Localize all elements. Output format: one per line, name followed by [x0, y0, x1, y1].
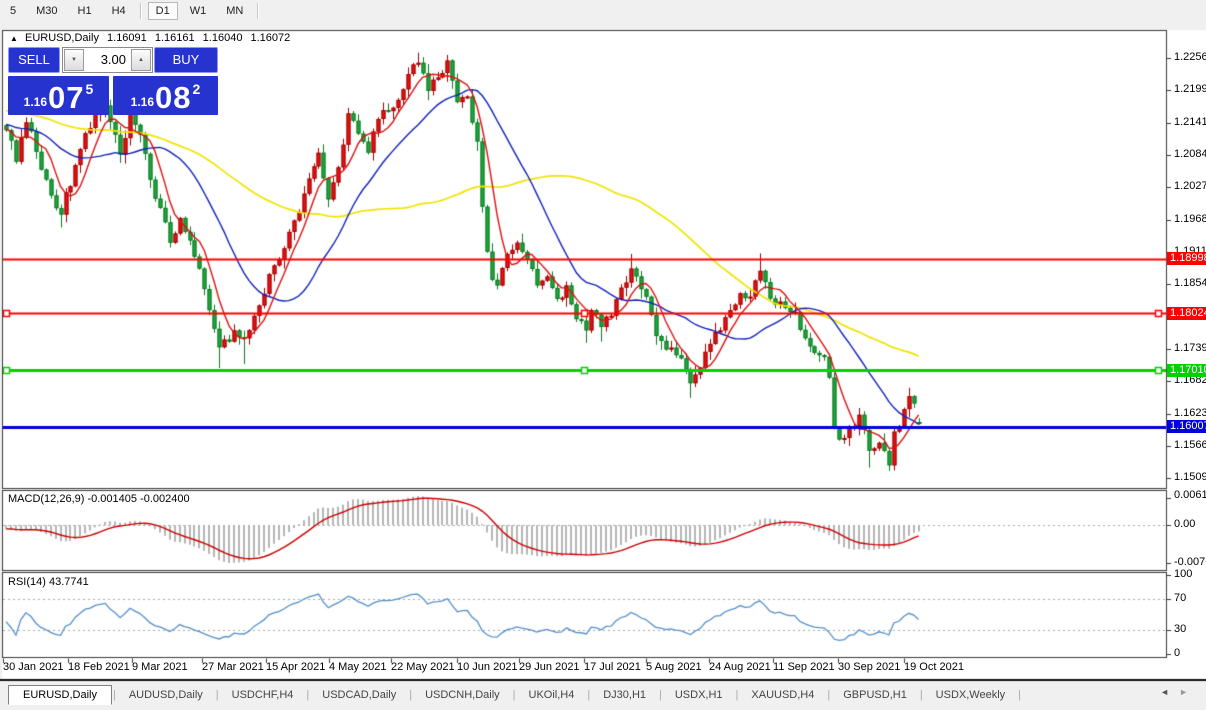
tab-usdx-weekly[interactable]: USDX,Weekly — [924, 686, 1017, 704]
tab-scroll-right-icon[interactable]: ► — [1179, 687, 1198, 697]
timeframe-button-5[interactable]: 5 — [2, 2, 24, 20]
tab-separator: | — [587, 689, 590, 701]
volume-decrease-icon[interactable]: ▼ — [64, 49, 84, 71]
date-axis-label: 17 Jul 2021 — [584, 661, 641, 673]
price-axis-tick-label: 1.17390 — [1174, 342, 1206, 354]
ohlc-open: 1.16091 — [107, 32, 147, 44]
timeframe-button-h4[interactable]: H4 — [104, 2, 134, 20]
collapse-triangle-icon[interactable]: ▲ — [10, 34, 18, 43]
price-axis-tick-label: 1.20270 — [1174, 180, 1206, 192]
tab-dj30-h1[interactable]: DJ30,H1 — [591, 686, 658, 704]
macd-axis-zero-label: 0.00 — [1174, 518, 1195, 530]
bid-price-big: 07 — [48, 83, 84, 113]
hline-price-badge: 1.17010 — [1167, 364, 1206, 377]
rsi-axis-tick-label: 100 — [1174, 568, 1192, 580]
tab-separator: | — [659, 689, 662, 701]
price-axis-tick-label: 1.20840 — [1174, 148, 1206, 160]
date-axis-label: 15 Apr 2021 — [266, 661, 325, 673]
tab-usdx-h1[interactable]: USDX,H1 — [663, 686, 735, 704]
ask-price-box[interactable]: 1.16 08 2 — [113, 76, 218, 115]
tab-separator: | — [216, 689, 219, 701]
tab-separator: | — [920, 689, 923, 701]
date-axis-label: 4 May 2021 — [329, 661, 386, 673]
tab-usdcnh-daily[interactable]: USDCNH,Daily — [413, 686, 512, 704]
bid-price-box[interactable]: 1.16 07 5 — [8, 76, 109, 115]
tab-audusd-daily[interactable]: AUDUSD,Daily — [117, 686, 215, 704]
ask-price-pip: 2 — [193, 81, 201, 97]
tab-separator: | — [513, 689, 516, 701]
timeframe-button-w1[interactable]: W1 — [182, 2, 215, 20]
timeframe-toolbar: 5M30 H1H4 D1W1MN — [0, 0, 1206, 22]
tab-xauusd-h4[interactable]: XAUUSD,H4 — [739, 686, 826, 704]
timeframe-button-m30[interactable]: M30 — [28, 2, 65, 20]
date-axis-label: 30 Sep 2021 — [838, 661, 900, 673]
tab-separator: | — [827, 689, 830, 701]
toolbar-separator — [257, 3, 259, 19]
price-axis-tick-label: 1.19685 — [1174, 213, 1206, 225]
tab-scroll-nav: ◄► — [1160, 687, 1198, 697]
sell-button[interactable]: SELL — [8, 47, 60, 73]
volume-input[interactable] — [85, 48, 130, 70]
mt4-chart-window: 5M30H1H4D1W1MN ▲ EURUSD,Daily 1.16091 1.… — [0, 0, 1206, 710]
ohlc-high: 1.16161 — [155, 32, 195, 44]
date-axis-label: 19 Oct 2021 — [904, 661, 964, 673]
timeframe-button-mn[interactable]: MN — [218, 2, 251, 20]
volume-increase-icon[interactable]: ▲ — [131, 49, 151, 71]
tab-usdchf-h4[interactable]: USDCHF,H4 — [220, 686, 306, 704]
price-axis-tick-label: 1.21995 — [1174, 83, 1206, 95]
bid-price-pip: 5 — [86, 81, 94, 97]
date-axis-label: 5 Aug 2021 — [646, 661, 702, 673]
rsi-axis-tick-label: 0 — [1174, 647, 1180, 659]
chart-info-bar: ▲ EURUSD,Daily 1.16091 1.16161 1.16040 1… — [10, 32, 295, 44]
tab-separator: | — [1018, 689, 1021, 701]
price-axis-tick-label: 1.21410 — [1174, 116, 1206, 128]
chart-tab-bar: EURUSD,Daily|AUDUSD,Daily|USDCHF,H4|USDC… — [0, 682, 1206, 708]
macd-axis-max-label: 0.006193 — [1174, 489, 1206, 501]
ask-price-big: 08 — [155, 83, 191, 113]
tab-scroll-left-icon[interactable]: ◄ — [1160, 687, 1179, 697]
date-axis-label: 18 Feb 2021 — [68, 661, 130, 673]
ohlc-low: 1.16040 — [203, 32, 243, 44]
rsi-indicator-label: RSI(14) 43.7741 — [8, 576, 89, 588]
hline-price-badge: 1.18024 — [1167, 307, 1206, 320]
tab-separator: | — [113, 689, 116, 701]
bid-price-prefix: 1.16 — [24, 95, 47, 109]
rsi-axis-tick-label: 70 — [1174, 592, 1186, 604]
hline-price-badge: 1.16007 — [1167, 420, 1206, 433]
tab-separator: | — [736, 689, 739, 701]
timeframe-button-d1[interactable]: D1 — [148, 2, 178, 20]
tab-eurusd-daily[interactable]: EURUSD,Daily — [8, 685, 112, 705]
ask-price-prefix: 1.16 — [131, 95, 154, 109]
timeframe-button-h1[interactable]: H1 — [70, 2, 100, 20]
date-axis-label: 30 Jan 2021 — [3, 661, 64, 673]
ohlc-close: 1.16072 — [251, 32, 291, 44]
tab-separator: | — [306, 689, 309, 701]
price-axis-tick-label: 1.15665 — [1174, 439, 1206, 451]
price-axis-tick-label: 1.15095 — [1174, 471, 1206, 483]
date-axis-label: 24 Aug 2021 — [709, 661, 771, 673]
volume-spinner: ▼ ▲ — [62, 47, 153, 73]
tab-ukoil-h4[interactable]: UKOil,H4 — [517, 686, 587, 704]
rsi-axis-tick-label: 30 — [1174, 623, 1186, 635]
date-axis-label: 27 Mar 2021 — [202, 661, 264, 673]
date-axis-label: 22 May 2021 — [391, 661, 455, 673]
macd-axis-min-label: -0.00762 — [1174, 556, 1206, 568]
macd-indicator-label: MACD(12,26,9) -0.001405 -0.002400 — [8, 493, 190, 505]
date-axis-label: 11 Sep 2021 — [773, 661, 835, 673]
price-axis-tick-label: 1.16235 — [1174, 407, 1206, 419]
date-axis-label: 10 Jun 2021 — [457, 661, 518, 673]
chart-symbol-label: EURUSD,Daily — [25, 32, 99, 44]
buy-button[interactable]: BUY — [154, 47, 218, 73]
date-axis-label: 29 Jun 2021 — [519, 661, 580, 673]
date-axis-label: 9 Mar 2021 — [132, 661, 188, 673]
hline-price-badge: 1.18998 — [1167, 252, 1206, 265]
toolbar-separator — [140, 3, 142, 19]
price-axis-tick-label: 1.18545 — [1174, 277, 1206, 289]
tab-separator: | — [409, 689, 412, 701]
tab-gbpusd-h1[interactable]: GBPUSD,H1 — [831, 686, 919, 704]
tab-usdcad-daily[interactable]: USDCAD,Daily — [310, 686, 408, 704]
price-axis-tick-label: 1.22565 — [1174, 51, 1206, 63]
